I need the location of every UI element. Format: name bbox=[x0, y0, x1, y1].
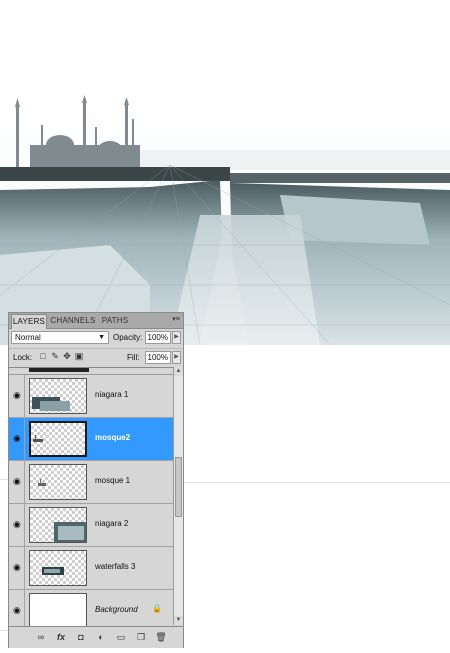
chevron-down-icon: ▼ bbox=[98, 334, 105, 341]
layers-list: ◉ niagara 1 ◉ mosque2 ◉ mosque 1 ◉ niaga… bbox=[9, 367, 173, 626]
lock-position-icon[interactable]: ✥ bbox=[62, 351, 72, 362]
layer-name: mosque2 bbox=[95, 433, 131, 442]
visibility-toggle[interactable]: ◉ bbox=[9, 375, 25, 417]
tab-paths[interactable]: PATHS bbox=[99, 314, 131, 328]
layer-name: niagara 1 bbox=[95, 390, 129, 399]
group-icon[interactable]: ▭ bbox=[115, 631, 127, 643]
fill-input[interactable]: 100% bbox=[145, 351, 171, 364]
opacity-slider-button[interactable]: ▶ bbox=[172, 331, 181, 344]
layer-name: Background bbox=[95, 605, 138, 614]
layer-row-niagara-1[interactable]: ◉ niagara 1 bbox=[9, 375, 173, 418]
tab-channels[interactable]: CHANNELS bbox=[49, 314, 97, 328]
layer-name: waterfalls 3 bbox=[95, 562, 136, 571]
tab-layers[interactable]: LAYERS bbox=[11, 314, 47, 329]
layer-row-mosque2[interactable]: ◉ mosque2 bbox=[9, 418, 173, 461]
background-guide-line bbox=[0, 479, 8, 480]
visibility-toggle[interactable]: ◉ bbox=[9, 590, 25, 626]
layer-thumbnail bbox=[29, 593, 87, 626]
layer-row-mosque-1[interactable]: ◉ mosque 1 bbox=[9, 461, 173, 504]
panel-menu-icon[interactable]: ▾≡ bbox=[171, 315, 181, 325]
layer-name: niagara 2 bbox=[95, 519, 129, 528]
blend-mode-select[interactable]: Normal ▼ bbox=[11, 331, 109, 344]
layer-thumbnail bbox=[29, 378, 87, 414]
scroll-up-arrow-icon[interactable]: ▲ bbox=[174, 367, 183, 376]
fx-icon[interactable]: fx bbox=[55, 631, 67, 643]
eye-icon: ◉ bbox=[13, 605, 21, 615]
canvas-image bbox=[0, 95, 450, 345]
lock-all-icon[interactable]: ▣ bbox=[74, 351, 84, 362]
visibility-toggle[interactable]: ◉ bbox=[9, 418, 25, 460]
opacity-input[interactable]: 100% bbox=[145, 331, 171, 344]
panel-tab-bar: LAYERS CHANNELS PATHS ▾≡ bbox=[9, 313, 183, 329]
background-guide-line bbox=[0, 630, 8, 631]
layers-scrollbar[interactable]: ▲ ▼ bbox=[173, 367, 183, 625]
eye-icon: ◉ bbox=[13, 390, 21, 400]
layer-name: mosque 1 bbox=[95, 476, 131, 485]
panel-footer: ∞ fx ◘ ◐ ▭ ❐ 🗑 bbox=[9, 626, 183, 648]
adjustment-icon[interactable]: ◐ bbox=[95, 631, 107, 643]
visibility-toggle[interactable]: ◉ bbox=[9, 504, 25, 546]
layer-row-partial[interactable] bbox=[9, 368, 173, 375]
eye-icon: ◉ bbox=[13, 562, 21, 572]
link-icon[interactable]: ∞ bbox=[35, 631, 47, 643]
visibility-toggle[interactable]: ◉ bbox=[9, 461, 25, 503]
layer-thumbnail bbox=[29, 550, 87, 586]
scroll-down-arrow-icon[interactable]: ▼ bbox=[174, 616, 183, 625]
layers-panel: LAYERS CHANNELS PATHS ▾≡ Normal ▼ Opacit… bbox=[8, 312, 184, 648]
layer-thumbnail bbox=[29, 507, 87, 543]
layer-thumbnail bbox=[29, 421, 87, 457]
layer-row-niagara-2[interactable]: ◉ niagara 2 bbox=[9, 504, 173, 547]
eye-icon: ◉ bbox=[13, 476, 21, 486]
background-guide-line bbox=[184, 482, 450, 483]
eye-icon: ◉ bbox=[13, 433, 21, 443]
fill-label: Fill: bbox=[127, 353, 140, 362]
trash-icon[interactable]: 🗑 bbox=[155, 631, 167, 643]
eye-icon: ◉ bbox=[13, 519, 21, 529]
new-layer-icon[interactable]: ❐ bbox=[135, 631, 147, 643]
layer-row-waterfalls-3[interactable]: ◉ waterfalls 3 bbox=[9, 547, 173, 590]
visibility-toggle[interactable]: ◉ bbox=[9, 547, 25, 589]
layer-row-background[interactable]: ◉ Background 🔒 bbox=[9, 590, 173, 626]
fill-slider-button[interactable]: ▶ bbox=[172, 351, 181, 364]
lock-transparent-icon[interactable]: □ bbox=[38, 351, 48, 362]
blend-mode-value: Normal bbox=[15, 333, 41, 342]
lock-image-icon[interactable]: ✎ bbox=[50, 351, 60, 362]
scroll-thumb[interactable] bbox=[175, 457, 182, 517]
layer-thumbnail bbox=[29, 464, 87, 500]
mask-icon[interactable]: ◘ bbox=[75, 631, 87, 643]
lock-icon: 🔒 bbox=[152, 604, 162, 613]
opacity-label: Opacity: bbox=[113, 333, 143, 342]
lock-label: Lock: bbox=[13, 353, 33, 362]
